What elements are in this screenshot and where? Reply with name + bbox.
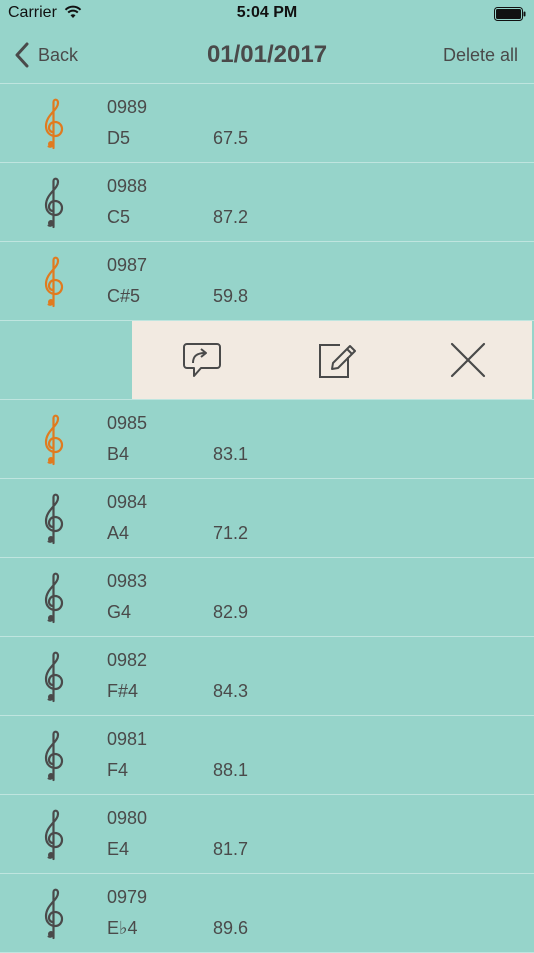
record-value: 71.2	[213, 523, 249, 543]
record-id: 0989	[107, 97, 148, 117]
swiped-list-row[interactable]	[0, 321, 534, 400]
record-value: 82.9	[213, 602, 249, 622]
status-time: 5:04 PM	[236, 4, 298, 21]
list-item[interactable]: 0984 A4 71.2	[0, 479, 534, 558]
record-note: F#4	[107, 681, 139, 701]
treble-clef-icon	[41, 730, 65, 782]
list-item[interactable]: 0980 E4 81.7	[0, 795, 534, 874]
list-item[interactable]: 0988 C5 87.2	[0, 163, 534, 242]
list-item[interactable]: 0983 G4 82.9	[0, 558, 534, 637]
record-value: 84.3	[213, 681, 249, 701]
edit-button[interactable]	[285, 321, 385, 399]
record-note: D5	[107, 128, 131, 148]
record-note: G4	[107, 602, 132, 622]
record-note: E♭4	[107, 918, 138, 938]
record-id: 0982	[107, 650, 148, 670]
treble-clef-icon	[41, 651, 65, 703]
record-id: 0980	[107, 808, 148, 828]
treble-clef-icon	[41, 493, 65, 545]
record-value: 81.7	[213, 839, 249, 859]
record-note: C#5	[107, 286, 141, 306]
record-id: 0987	[107, 255, 148, 275]
share-icon	[183, 343, 221, 377]
list-item[interactable]: 0989 D5 67.5	[0, 84, 534, 163]
record-value: 59.8	[213, 286, 249, 306]
treble-clef-icon	[41, 256, 65, 308]
record-value: 67.5	[213, 128, 249, 148]
list-item[interactable]: 0985 B4 83.1	[0, 400, 534, 479]
delete-all-button[interactable]: Delete all	[443, 45, 518, 66]
record-value: 88.1	[213, 760, 249, 780]
list-item[interactable]: 0982 F#4 84.3	[0, 637, 534, 716]
record-value: 89.6	[213, 918, 249, 938]
records-list: 0989 D5 67.5 0988 C5 87.2 0987 C#5 59.8 0985 B4…	[0, 84, 534, 953]
record-value: 83.1	[213, 444, 249, 464]
list-item[interactable]: 0987 C#5 59.8	[0, 242, 534, 321]
treble-clef-icon	[41, 572, 65, 624]
delete-button[interactable]	[418, 321, 518, 399]
status-bar: Carrier 5:04 PM	[0, 0, 534, 28]
delete-icon	[450, 342, 486, 378]
back-button[interactable]: Back	[14, 40, 78, 70]
record-id: 0988	[107, 176, 148, 196]
record-note: F4	[107, 760, 129, 780]
navigation-bar: Back 01/01/2017 Delete all	[0, 28, 534, 84]
record-note: E4	[107, 839, 130, 859]
record-note: A4	[107, 523, 130, 543]
treble-clef-icon	[41, 414, 65, 466]
share-button[interactable]	[152, 321, 252, 399]
record-id: 0983	[107, 571, 148, 591]
list-item[interactable]: 0979 E♭4 89.6	[0, 874, 534, 953]
record-id: 0981	[107, 729, 148, 749]
treble-clef-icon	[41, 809, 65, 861]
treble-clef-icon	[41, 177, 65, 229]
treble-clef-icon	[41, 98, 65, 150]
treble-clef-icon	[41, 888, 65, 940]
back-label: Back	[38, 44, 79, 65]
row-action-panel	[132, 321, 532, 399]
list-item[interactable]: 0981 F4 88.1	[0, 716, 534, 795]
edit-icon	[319, 344, 356, 378]
record-id: 0985	[107, 413, 148, 433]
chevron-left-icon	[15, 42, 29, 68]
record-id: 0984	[107, 492, 148, 512]
record-note: B4	[107, 444, 130, 464]
battery-icon	[494, 7, 526, 21]
record-note: C5	[107, 207, 131, 227]
record-id: 0979	[107, 887, 148, 907]
record-value: 87.2	[213, 207, 249, 227]
